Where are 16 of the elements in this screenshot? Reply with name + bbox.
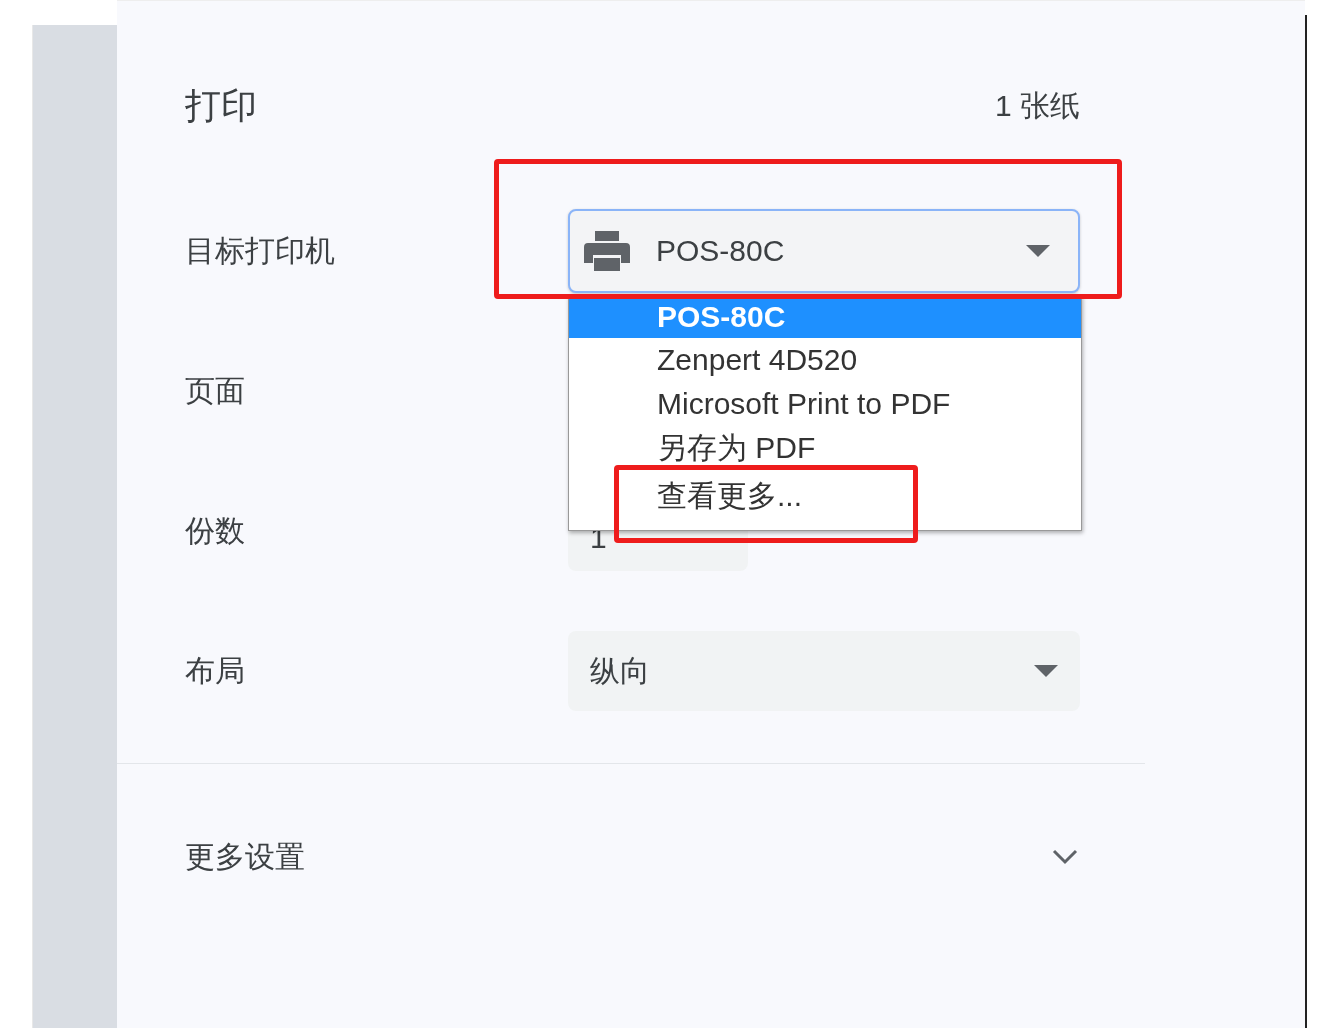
setting-label: 目标打印机 <box>185 232 336 269</box>
printer-option[interactable]: 另存为 PDF <box>569 426 1081 470</box>
setting-label: 页面 <box>185 372 246 409</box>
caret-icon <box>1026 245 1050 257</box>
setting-label: 份数 <box>185 512 246 549</box>
printer-select[interactable]: POS-80C <box>568 209 1080 293</box>
printer-option[interactable]: Microsoft Print to PDF <box>569 382 1081 426</box>
layout-select[interactable]: 纵向 <box>568 631 1080 711</box>
sheet-count: 1 张纸 <box>994 87 1080 124</box>
printer-icon <box>584 231 630 271</box>
chevron-icon <box>1052 849 1078 865</box>
more-settings-toggle[interactable]: 更多设置 <box>185 812 1080 902</box>
setting-label: 布局 <box>185 652 246 689</box>
caret-icon <box>1034 665 1058 677</box>
printer-option[interactable]: Zenpert 4D520 <box>569 338 1081 382</box>
dialog-title: 打印 <box>185 83 257 128</box>
